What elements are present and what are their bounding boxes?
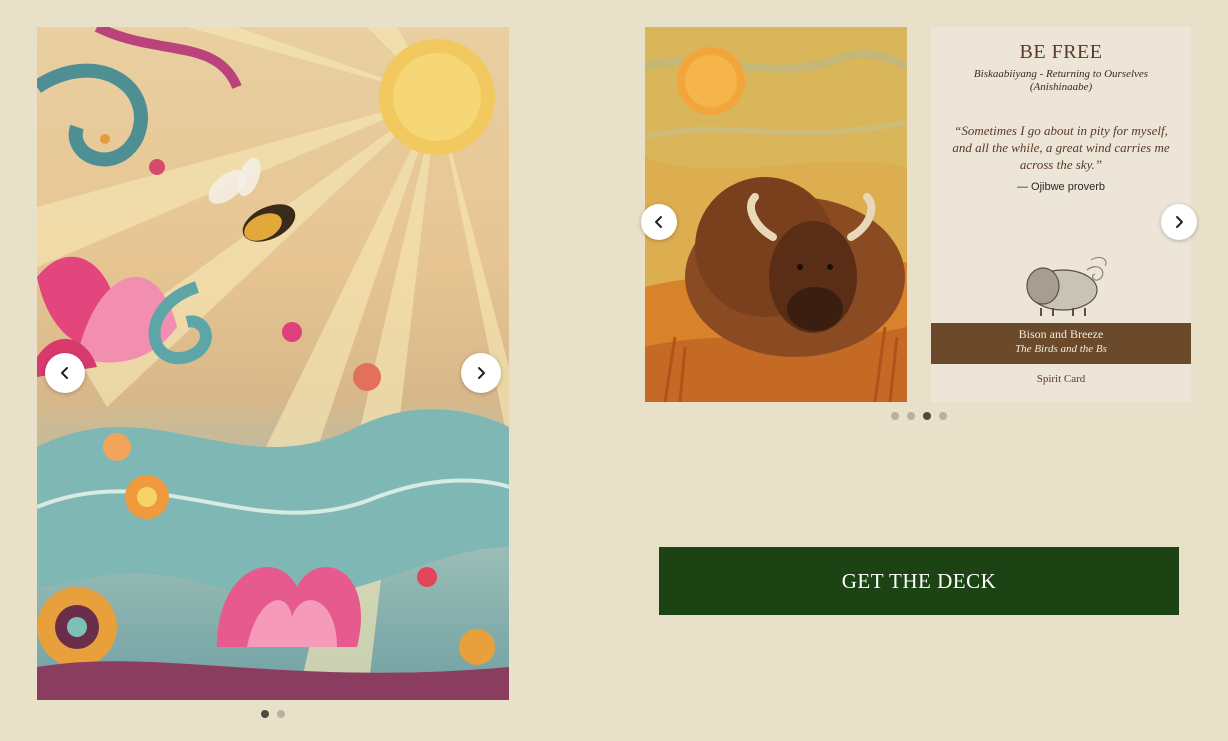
chevron-left-icon xyxy=(655,216,662,228)
card-type: Spirit Card xyxy=(1036,373,1086,385)
sun-lotus-bee-illustration xyxy=(37,27,509,700)
right-carousel-dot-4[interactable] xyxy=(939,412,947,420)
bison-sun-painting xyxy=(645,27,907,402)
left-carousel-next-button[interactable] xyxy=(461,353,501,393)
right-carousel-prev-button[interactable] xyxy=(641,204,677,240)
get-the-deck-button[interactable]: GET THE DECK xyxy=(659,547,1179,615)
card-subtitle-line2: (Anishinaabe) xyxy=(1029,81,1093,93)
right-carousel-next-button[interactable] xyxy=(1161,204,1197,240)
card-title: BE FREE xyxy=(1019,41,1103,63)
right-carousel-pagination xyxy=(891,412,947,420)
chevron-right-icon xyxy=(1176,216,1183,228)
right-carousel-dot-2[interactable] xyxy=(907,412,915,420)
chevron-right-icon xyxy=(478,367,485,379)
card-quote: “Sometimes I go about in pity for myself… xyxy=(952,123,1170,172)
spirit-card-back: BE FREE Biskaabiiyang - Returning to Our… xyxy=(931,27,1191,402)
left-carousel-pagination xyxy=(261,710,285,718)
right-carousel-dot-3[interactable] xyxy=(923,412,931,420)
card-subtitle: Biskaabiiyang - Returning to Ourselves (… xyxy=(931,68,1191,94)
card-title-band: Bison and Breeze The Birds and the Bs xyxy=(931,323,1191,364)
bison-sketch-icon xyxy=(1026,257,1107,316)
left-carousel-prev-button[interactable] xyxy=(45,353,85,393)
left-carousel xyxy=(37,27,509,727)
card-series: The Birds and the Bs xyxy=(1015,343,1107,355)
chevron-left-icon xyxy=(61,367,68,379)
left-carousel-dot-1[interactable] xyxy=(261,710,269,718)
card-attribution: — Ojibwe proverb xyxy=(1016,181,1106,193)
card-name: Bison and Breeze xyxy=(1018,327,1104,341)
left-carousel-dot-2[interactable] xyxy=(277,710,285,718)
right-carousel-dot-1[interactable] xyxy=(891,412,899,420)
right-carousel: BE FREE Biskaabiiyang - Returning to Our… xyxy=(641,27,1201,427)
card-subtitle-line1: Biskaabiiyang - Returning to Ourselves xyxy=(973,68,1149,80)
